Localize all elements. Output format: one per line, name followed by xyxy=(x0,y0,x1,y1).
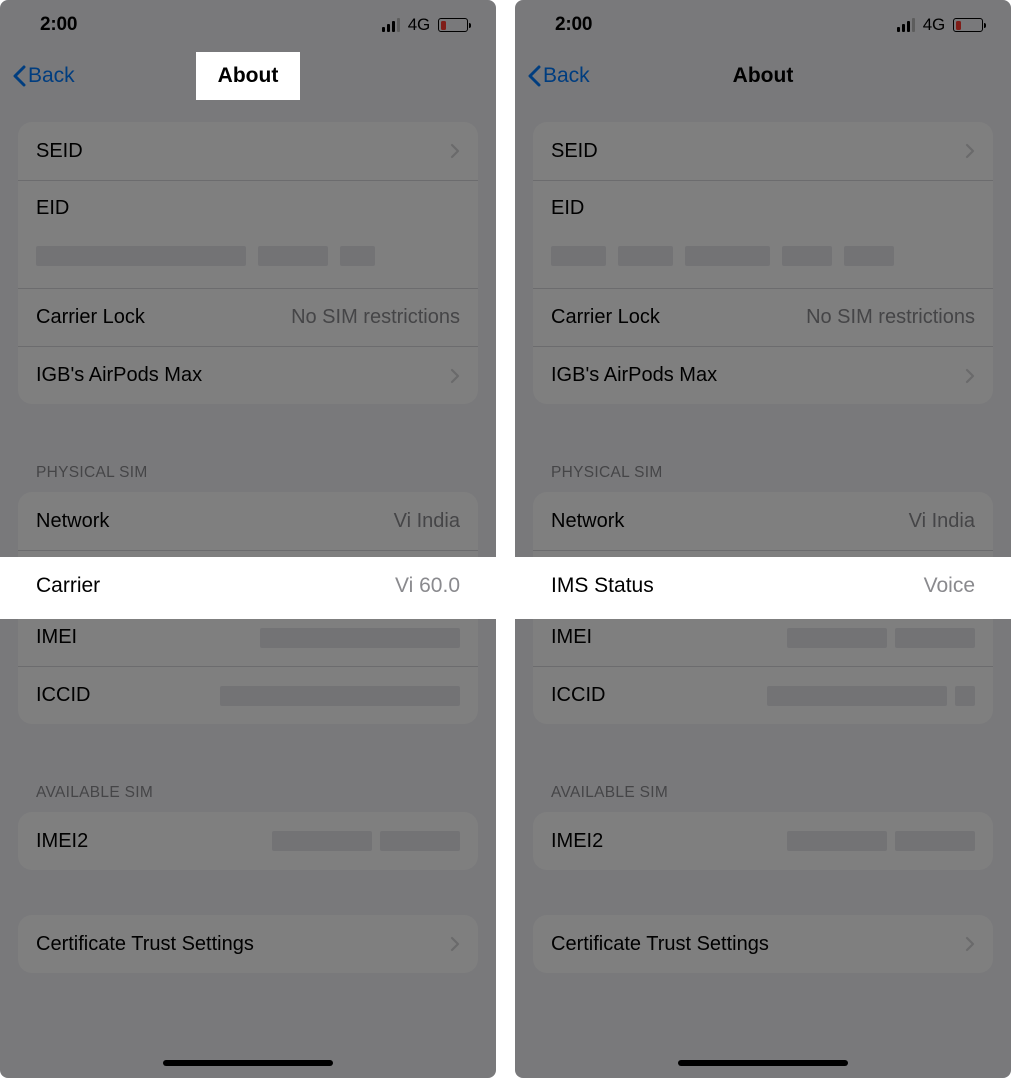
row-carrier-lock[interactable]: Carrier Lock No SIM restrictions xyxy=(533,288,993,346)
section-available-sim: AVAILABLE SIM xyxy=(533,754,993,812)
row-airpods[interactable]: IGB's AirPods Max xyxy=(533,346,993,404)
section-available-sim: AVAILABLE SIM xyxy=(18,754,478,812)
network-label: Network xyxy=(36,510,109,533)
status-time: 2:00 xyxy=(40,14,77,36)
eid-label: EID xyxy=(36,197,69,220)
network-type: 4G xyxy=(923,15,945,35)
iccid-value-masked xyxy=(220,686,460,706)
highlight-ims-status: IMS Status Voice xyxy=(515,557,1011,619)
ims-value: Voice xyxy=(924,574,975,598)
row-seid[interactable]: SEID xyxy=(533,122,993,180)
carrier-lock-value: No SIM restrictions xyxy=(806,306,975,329)
status-bar: 2:00 4G xyxy=(515,0,1011,50)
row-cert-trust[interactable]: Certificate Trust Settings xyxy=(533,915,993,973)
cert-label: Certificate Trust Settings xyxy=(551,933,769,956)
network-type: 4G xyxy=(408,15,430,35)
battery-icon xyxy=(953,18,983,32)
iccid-label: ICCID xyxy=(36,684,90,707)
row-iccid[interactable]: ICCID xyxy=(18,666,478,724)
carrier-lock-label: Carrier Lock xyxy=(551,306,660,329)
phone-left: 2:00 4G Back About SEID EID xyxy=(0,0,496,1078)
row-iccid[interactable]: ICCID xyxy=(533,666,993,724)
chevron-right-icon xyxy=(450,936,460,952)
row-ims-highlight[interactable]: IMS Status Voice xyxy=(515,557,1011,615)
row-seid[interactable]: SEID xyxy=(18,122,478,180)
row-cert-trust[interactable]: Certificate Trust Settings xyxy=(18,915,478,973)
imei-label: IMEI xyxy=(36,626,77,649)
row-network[interactable]: Network Vi India xyxy=(18,492,478,550)
row-airpods[interactable]: IGB's AirPods Max xyxy=(18,346,478,404)
page-title: About xyxy=(196,52,301,100)
cert-label: Certificate Trust Settings xyxy=(36,933,254,956)
back-label: Back xyxy=(28,64,75,88)
imei2-label: IMEI2 xyxy=(551,830,603,853)
back-button[interactable]: Back xyxy=(12,64,75,88)
imei-value-masked xyxy=(787,628,975,648)
section-physical-sim: PHYSICAL SIM xyxy=(533,434,993,492)
chevron-right-icon xyxy=(450,368,460,384)
row-carrier-highlight[interactable]: Carrier Vi 60.0 xyxy=(0,557,496,615)
airpods-label: IGB's AirPods Max xyxy=(551,364,717,387)
imei2-label: IMEI2 xyxy=(36,830,88,853)
section-physical-sim: PHYSICAL SIM xyxy=(18,434,478,492)
carrier-value: Vi 60.0 xyxy=(395,574,460,598)
carrier-label: Carrier xyxy=(36,574,100,598)
nav-bar: Back About xyxy=(0,50,496,102)
eid-value-masked xyxy=(551,246,975,266)
eid-label: EID xyxy=(551,197,584,220)
back-button[interactable]: Back xyxy=(527,64,590,88)
network-value: Vi India xyxy=(909,510,975,533)
imei2-value-masked xyxy=(272,831,460,851)
chevron-right-icon xyxy=(450,143,460,159)
back-label: Back xyxy=(543,64,590,88)
network-label: Network xyxy=(551,510,624,533)
eid-value-masked xyxy=(36,246,460,266)
chevron-right-icon xyxy=(965,936,975,952)
seid-label: SEID xyxy=(36,140,83,163)
status-bar: 2:00 4G xyxy=(0,0,496,50)
row-imei2[interactable]: IMEI2 xyxy=(533,812,993,870)
iccid-value-masked xyxy=(767,686,975,706)
signal-icon xyxy=(382,18,400,32)
row-eid[interactable]: EID xyxy=(18,180,478,288)
chevron-left-icon xyxy=(527,65,541,87)
nav-bar: Back About xyxy=(515,50,1011,102)
page-title: About xyxy=(733,64,794,87)
battery-icon xyxy=(438,18,468,32)
chevron-right-icon xyxy=(965,368,975,384)
row-eid[interactable]: EID xyxy=(533,180,993,288)
imei-label: IMEI xyxy=(551,626,592,649)
row-network[interactable]: Network Vi India xyxy=(533,492,993,550)
network-value: Vi India xyxy=(394,510,460,533)
chevron-left-icon xyxy=(12,65,26,87)
highlight-carrier: Carrier Vi 60.0 xyxy=(0,557,496,619)
signal-icon xyxy=(897,18,915,32)
iccid-label: ICCID xyxy=(551,684,605,707)
phone-right: 2:00 4G Back About SEID EID xyxy=(515,0,1011,1078)
carrier-lock-value: No SIM restrictions xyxy=(291,306,460,329)
row-imei2[interactable]: IMEI2 xyxy=(18,812,478,870)
row-carrier-lock[interactable]: Carrier Lock No SIM restrictions xyxy=(18,288,478,346)
home-indicator[interactable] xyxy=(163,1060,333,1066)
chevron-right-icon xyxy=(965,143,975,159)
imei-value-masked xyxy=(260,628,460,648)
ims-label: IMS Status xyxy=(551,574,654,598)
airpods-label: IGB's AirPods Max xyxy=(36,364,202,387)
seid-label: SEID xyxy=(551,140,598,163)
imei2-value-masked xyxy=(787,831,975,851)
carrier-lock-label: Carrier Lock xyxy=(36,306,145,329)
home-indicator[interactable] xyxy=(678,1060,848,1066)
status-time: 2:00 xyxy=(555,14,592,36)
